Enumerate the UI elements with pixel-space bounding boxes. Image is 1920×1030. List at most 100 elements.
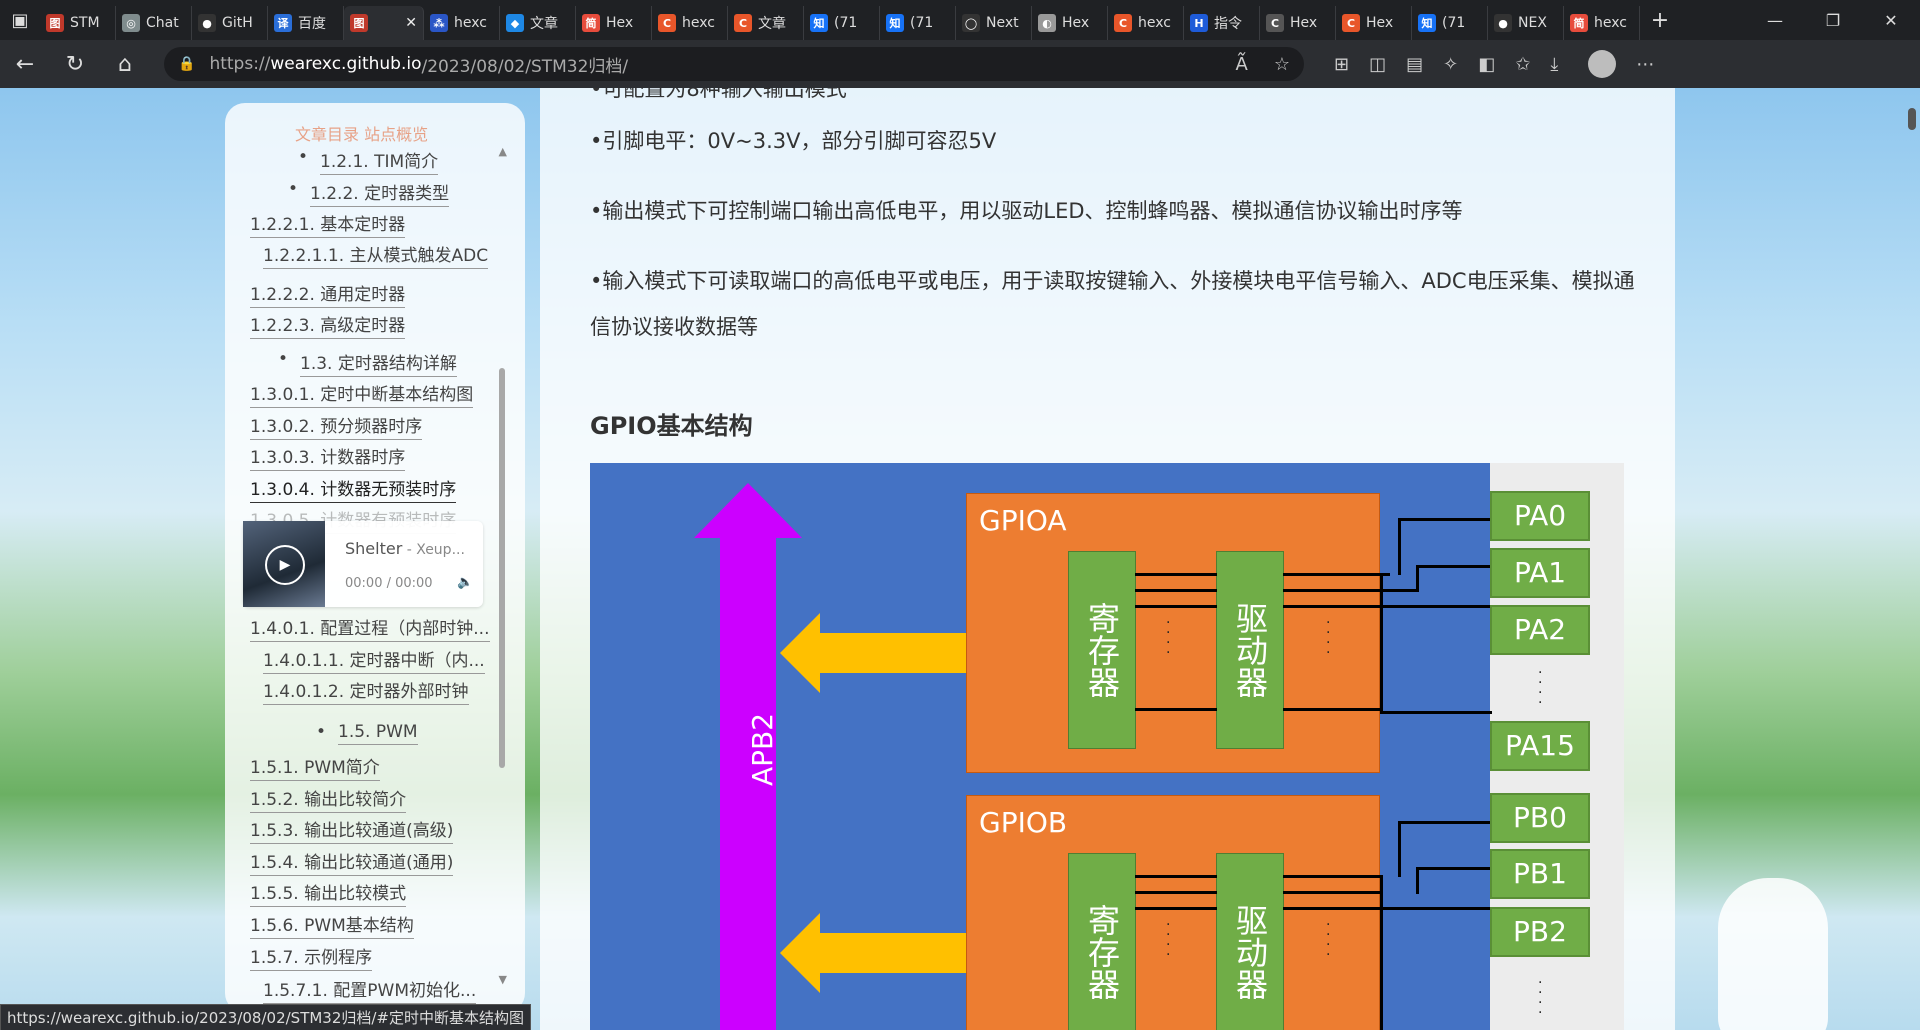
downloads-icon[interactable]: ⤓ (1550, 54, 1558, 75)
more-menu-icon[interactable]: ⋯ (1636, 54, 1654, 75)
tab-actions-icon[interactable]: ▣ (0, 0, 40, 40)
toc-link[interactable]: 1.5.2. 输出比较简介 (250, 785, 407, 813)
refresh-icon[interactable]: ↻ (50, 52, 100, 77)
toc-scroll-down-icon[interactable]: ▼ (499, 973, 507, 986)
tab-favicon-icon: ◎ (122, 14, 140, 32)
browser-tab[interactable]: ◎ Chat (116, 6, 192, 40)
article-paragraph: •输出模式下可控制端口输出高低电平，用以驱动LED、控制蜂鸣器、模拟通信协议输出… (590, 199, 1463, 223)
toc-link[interactable]: 1.5.3. 输出比较通道(高级) (250, 816, 454, 844)
tab-favicon-icon: 简 (582, 14, 600, 32)
restore-icon[interactable]: ❐ (1804, 11, 1862, 30)
toc-link[interactable]: 1.2.2.1. 基本定时器 (250, 210, 406, 238)
tab-favicon-icon: ◐ (1038, 14, 1056, 32)
address-bar[interactable]: 🔒 https://wearexc.github.io/2023/08/02/S… (164, 47, 1304, 81)
toc-link[interactable]: 1.3.0.2. 预分频器时序 (250, 412, 423, 440)
toc-link[interactable]: 1.2.2. 定时器类型 (288, 179, 450, 207)
ellipsis-vertical: · · · · (1326, 917, 1331, 963)
browser-tab[interactable]: ● GitH (192, 6, 268, 40)
toc-link[interactable]: 1.5.7.1. 配置PWM初始化... (263, 976, 477, 1004)
toc-link[interactable]: 1.3.0.3. 计数器时序 (250, 443, 406, 471)
close-window-icon[interactable]: ✕ (1862, 11, 1920, 30)
toc-link[interactable]: 1.2.2.3. 高级定时器 (250, 311, 406, 339)
new-tab-button[interactable]: + (1640, 8, 1680, 33)
browser-tab[interactable]: 图 STM (40, 6, 116, 40)
toc-scrollbar[interactable] (499, 368, 505, 768)
toc-link[interactable]: 1.4.0.1.1. 定时器中断（内... (263, 646, 485, 674)
wire (1283, 907, 1383, 910)
close-tab-icon[interactable]: ✕ (405, 15, 417, 31)
toc-link[interactable]: 1.2.2.2. 通用定时器 (250, 280, 406, 308)
toc-link[interactable]: 1.3.0.1. 定时中断基本结构图 (250, 380, 474, 408)
tab-favicon-icon: 知 (810, 14, 828, 32)
collections-icon[interactable]: ▤ (1406, 54, 1423, 75)
wire (1135, 573, 1217, 576)
toc-link[interactable]: 1.5.7. 示例程序 (250, 943, 373, 971)
browser-tab[interactable]: 简 Hex (576, 6, 652, 40)
tab-favicon-icon: ◆ (506, 14, 524, 32)
browser-tab[interactable]: ◐ Hex (1032, 6, 1108, 40)
browser-tab[interactable]: C 文章 (728, 6, 804, 40)
toc-link[interactable]: 1.5.1. PWM简介 (250, 753, 380, 781)
extensions-puzzle-icon[interactable]: ✧ (1443, 54, 1458, 75)
home-icon[interactable]: ⌂ (100, 52, 150, 77)
ellipsis-vertical: · · · · (1538, 975, 1543, 1021)
favorites-icon[interactable]: ✩ (1515, 54, 1530, 75)
browser-tab[interactable]: 知 (71 (880, 6, 956, 40)
browser-tab[interactable]: 译百度 (268, 6, 344, 40)
toc-scroll-up-icon[interactable]: ▲ (499, 145, 507, 158)
browser-tab[interactable]: C Hex (1336, 6, 1412, 40)
minimize-icon[interactable]: — (1746, 11, 1804, 30)
toc-tabs[interactable]: 文章目录 站点概览 (295, 121, 428, 145)
play-time: 00:00 / 00:00 (345, 576, 433, 591)
gpiob-label: GPIOB (979, 806, 1068, 839)
play-icon[interactable]: ▶ (265, 545, 305, 585)
toc-link[interactable]: 1.3. 定时器结构详解 (278, 349, 457, 377)
browser-tab[interactable]: ⁂ hexc (424, 6, 500, 40)
toc-link[interactable]: 1.5.4. 输出比较通道(通用) (250, 848, 454, 876)
gpio-structure-diagram: APB2 GPIOA GPIOB 寄存器 驱动器 寄存器 驱动器 · · · ·… (590, 463, 1624, 1030)
split-screen-icon[interactable]: ◧ (1478, 54, 1495, 75)
song-title: Shelter (345, 539, 403, 558)
page-scrollbar[interactable] (1904, 88, 1920, 1030)
wire (1283, 875, 1383, 878)
tab-label: hexc (1138, 15, 1171, 31)
browser-tab[interactable]: Chexc (1108, 6, 1184, 40)
browser-tab[interactable]: 图 ✕ (344, 6, 424, 40)
tab-label: 指令 (1214, 16, 1242, 32)
song-artist: - Xeup... (402, 542, 465, 558)
browser-tab[interactable]: ◯ Next (956, 6, 1032, 40)
browser-tab[interactable]: 知 (71 (1412, 6, 1488, 40)
browser-tab[interactable]: Chexc (652, 6, 728, 40)
wire (1283, 605, 1383, 608)
tab-favicon-icon: ● (1494, 14, 1512, 32)
read-aloud-icon[interactable]: A᷉ (1236, 54, 1248, 75)
browser-tab[interactable]: ● NEX (1488, 6, 1564, 40)
toc-link[interactable]: 1.5.6. PWM基本结构 (250, 911, 414, 939)
ellipsis-vertical: · · · · (1166, 615, 1171, 661)
browser-tab[interactable]: H 指令 (1184, 6, 1260, 40)
cat-mascot[interactable] (1718, 878, 1828, 1030)
browser-tab[interactable]: ◆ 文章 (500, 6, 576, 40)
toc-link[interactable]: 1.4.0.1.2. 定时器外部时钟 (263, 677, 469, 705)
profile-avatar[interactable] (1588, 50, 1617, 78)
extension-icon[interactable]: ⊞ (1334, 54, 1349, 75)
pin-pb0: PB0 (1490, 793, 1590, 843)
toc-link[interactable]: 1.2.1. TIM简介 (298, 147, 439, 175)
page-scrollbar-thumb[interactable] (1908, 108, 1916, 130)
lock-icon[interactable]: 🔒 (178, 56, 195, 72)
browser-tab[interactable]: 简 hexc (1564, 6, 1640, 40)
back-icon[interactable]: ← (0, 52, 50, 77)
toc-link[interactable]: 1.4.0.1. 配置过程（内部时钟... (250, 614, 490, 642)
toc-link[interactable]: 1.5. PWM (316, 722, 418, 745)
reader-icon[interactable]: ◫ (1369, 54, 1386, 75)
tab-strip: 图 STM ◎ Chat ● GitH 译百度图 ✕ ⁂ hexc ◆ 文章简 Hex Chexc C 文章知… (40, 0, 1640, 40)
toc-link[interactable]: 1.3.0.4. 计数器无预装时序 (250, 475, 457, 503)
toc-link[interactable]: 1.5.5. 输出比较模式 (250, 879, 407, 907)
browser-tab[interactable]: C Hex (1260, 6, 1336, 40)
tab-label: 文章 (530, 16, 558, 32)
browser-tab[interactable]: 知 (71 (804, 6, 880, 40)
gpiob-driver: 驱动器 (1216, 853, 1284, 1030)
volume-icon[interactable]: 🔈 (457, 575, 473, 590)
favorite-star-icon[interactable]: ☆ (1274, 54, 1290, 75)
toc-link[interactable]: 1.2.2.1.1. 主从模式触发ADC (263, 241, 489, 269)
